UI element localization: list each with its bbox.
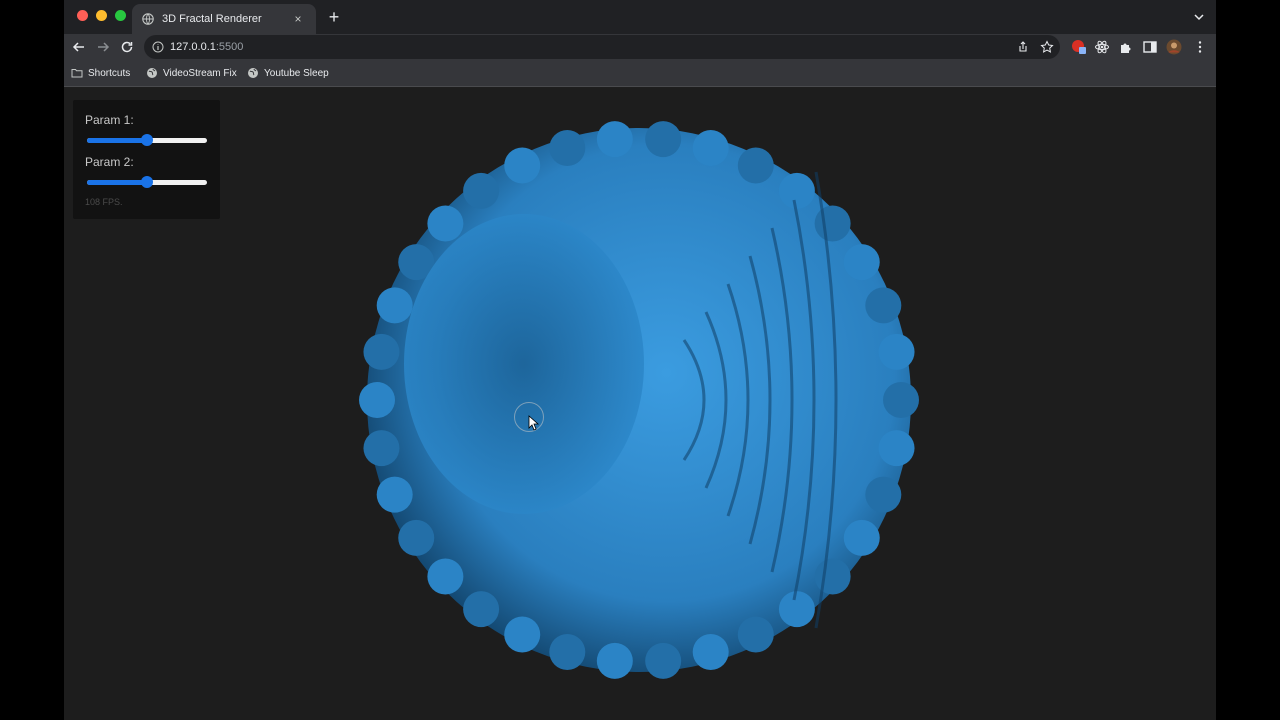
fractal-bump <box>883 382 919 418</box>
control-panel: Param 1: Param 2: 108 FPS. <box>73 100 220 219</box>
fractal-bump <box>865 287 902 324</box>
slider-thumb[interactable] <box>141 134 153 146</box>
fractal-bump <box>363 430 400 467</box>
param2-label: Param 2: <box>85 155 134 169</box>
reload-icon[interactable] <box>118 38 136 56</box>
fractal-bump <box>596 121 633 158</box>
bookmark-shortcuts[interactable]: Shortcuts <box>71 67 130 79</box>
fractal-bump <box>549 633 586 670</box>
bookmark-label: VideoStream Fix <box>163 67 237 79</box>
url-port: :5500 <box>215 41 244 53</box>
extension-red-icon[interactable] <box>1071 39 1087 55</box>
extensions-puzzle-icon[interactable] <box>1118 39 1134 55</box>
fractal-bump <box>865 476 902 513</box>
tab-title: 3D Fractal Renderer <box>162 13 262 25</box>
maximize-window-button[interactable] <box>115 10 126 21</box>
bookmarks-bar: Shortcuts VideoStream Fix Youtube Sleep <box>64 60 1216 87</box>
browser-window: 3D Fractal Renderer × + 127.0.0.1:5500 S… <box>64 0 1216 720</box>
mouse-cursor-icon <box>528 415 540 431</box>
forward-icon[interactable] <box>94 38 112 56</box>
bookmark-star-icon[interactable] <box>1040 40 1054 54</box>
fractal-bump <box>376 287 413 324</box>
slider-fill <box>87 138 147 143</box>
fractal-bump <box>814 205 851 242</box>
globe-icon <box>147 68 157 78</box>
fractal-bump <box>427 205 464 242</box>
param1-label: Param 1: <box>85 113 134 127</box>
slider-fill <box>87 180 147 185</box>
folder-icon <box>71 69 83 78</box>
address-bar[interactable]: 127.0.0.1:5500 <box>144 35 1060 59</box>
fractal-bump <box>504 147 541 184</box>
globe-icon <box>142 13 154 25</box>
fractal-bump <box>843 519 880 556</box>
fractal-bump <box>737 616 774 653</box>
url-text: 127.0.0.1:5500 <box>170 41 243 53</box>
fractal-bump <box>427 558 464 595</box>
fractal-bump <box>549 130 586 167</box>
chevron-down-icon[interactable] <box>1192 10 1206 24</box>
info-icon[interactable] <box>152 41 164 53</box>
url-host: 127.0.0.1 <box>170 41 216 53</box>
profile-avatar-icon[interactable] <box>1166 39 1182 55</box>
fractal-bump <box>778 172 815 209</box>
globe-icon <box>248 68 258 78</box>
fractal-bump <box>463 172 500 209</box>
fractal-bump <box>504 616 541 653</box>
fractal-bump <box>596 642 633 679</box>
bookmark-label: Youtube Sleep <box>264 67 329 79</box>
tab-close-button[interactable]: × <box>290 12 306 26</box>
fractal-bump <box>814 558 851 595</box>
close-window-button[interactable] <box>77 10 88 21</box>
fractal-sphere <box>359 121 919 679</box>
fractal-bump <box>359 382 395 418</box>
react-devtools-icon[interactable] <box>1094 39 1110 55</box>
fractal-bump <box>692 633 729 670</box>
bookmark-youtube-sleep[interactable]: Youtube Sleep <box>247 67 329 79</box>
window-controls <box>77 10 126 21</box>
page-content: Param 1: Param 2: 108 FPS. <box>64 88 1216 720</box>
more-menu-icon[interactable] <box>1192 39 1208 55</box>
back-icon[interactable] <box>70 38 88 56</box>
tab-strip: 3D Fractal Renderer × + <box>64 0 1216 34</box>
tab-active[interactable]: 3D Fractal Renderer × <box>132 4 316 34</box>
fractal-bump <box>843 244 880 281</box>
fractal-bump <box>398 519 435 556</box>
fractal-bump <box>363 333 400 370</box>
fractal-bump <box>376 476 413 513</box>
fractal-bump <box>692 130 729 167</box>
param1-slider[interactable] <box>87 133 207 147</box>
bookmark-label: Shortcuts <box>88 67 131 79</box>
param2-slider[interactable] <box>87 175 207 189</box>
fractal-bump <box>878 430 915 467</box>
slider-thumb[interactable] <box>141 176 153 188</box>
fractal-bump <box>645 642 682 679</box>
fractal-bump <box>878 333 915 370</box>
side-panel-icon[interactable] <box>1142 39 1158 55</box>
fps-counter: 108 FPS. <box>85 197 123 207</box>
fractal-bump <box>463 591 500 628</box>
bookmark-videostream-fix[interactable]: VideoStream Fix <box>146 67 237 79</box>
browser-toolbar: 127.0.0.1:5500 <box>64 34 1216 60</box>
share-icon[interactable] <box>1016 40 1030 54</box>
fractal-bump <box>778 591 815 628</box>
minimize-window-button[interactable] <box>96 10 107 21</box>
new-tab-button[interactable]: + <box>324 8 344 28</box>
fractal-bump <box>645 121 682 158</box>
fractal-bump <box>737 147 774 184</box>
fractal-canvas[interactable] <box>354 114 924 686</box>
